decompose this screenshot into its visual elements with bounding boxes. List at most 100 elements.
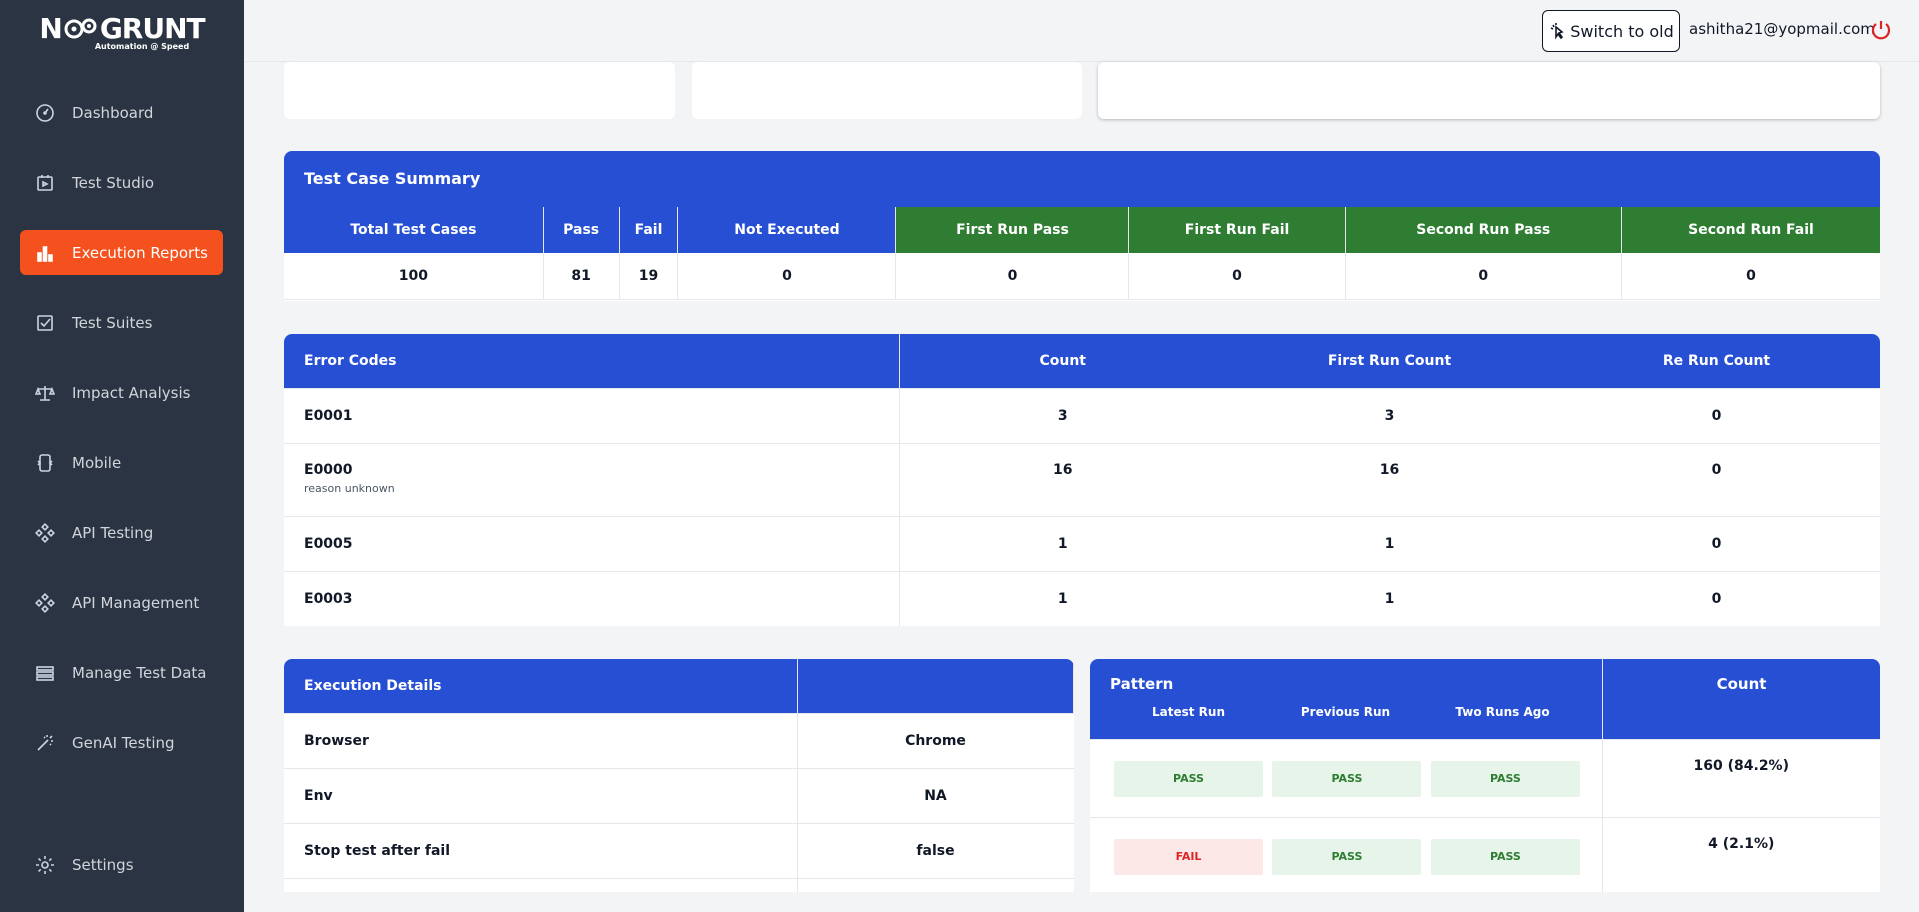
summary-value: 0 — [677, 253, 897, 300]
sidebar-item-label: Execution Reports — [72, 243, 208, 262]
sidebar-item-api-testing[interactable]: API Testing — [20, 510, 223, 555]
status-badge: PASS — [1430, 838, 1580, 875]
detail-label: Browser — [284, 712, 798, 768]
sidebar-item-manage-test-data[interactable]: Manage Test Data — [20, 650, 223, 695]
sidebar-item-label: API Testing — [72, 523, 154, 542]
detail-value: Chrome — [797, 712, 1074, 768]
pattern-header: Pattern Latest Run Previous Run Two Runs… — [1090, 659, 1880, 739]
sidebar-item-test-suites[interactable]: Test Suites — [20, 300, 223, 345]
error-codes-panel: Error Codes Count First Run Count Re Run… — [284, 334, 1880, 626]
summary-value: 100 — [284, 253, 544, 300]
table-row: FAIL PASS PASS 4 (2.1%) — [1090, 817, 1880, 892]
scale-icon — [34, 382, 56, 404]
summary-value: 0 — [1621, 253, 1880, 300]
logo-tagline: Automation @ Speed — [94, 42, 190, 51]
column-header: Re Run Count — [1553, 334, 1880, 388]
power-icon[interactable] — [1870, 19, 1894, 43]
sidebar-item-label: Test Studio — [72, 173, 155, 192]
error-rerun-count: 0 — [1553, 515, 1880, 571]
two-runs-ago-header: Two Runs Ago — [1455, 705, 1550, 719]
switch-to-old-button[interactable]: Switch to old — [1542, 10, 1680, 52]
table-row: E0005 1 1 0 — [284, 515, 1880, 571]
magic-wand-icon — [34, 732, 56, 754]
bar-chart-icon — [34, 242, 56, 264]
error-count: 3 — [899, 387, 1226, 443]
error-rerun-count: 0 — [1553, 442, 1880, 516]
execution-details-panel: Execution Details Browser Chrome Env NA … — [284, 659, 1074, 892]
sidebar-item-label: API Management — [72, 593, 200, 612]
pattern-panel: Pattern Latest Run Previous Run Two Runs… — [1090, 659, 1880, 892]
api-icon — [34, 592, 56, 614]
column-header: Fail — [619, 207, 679, 253]
column-header: First Run Count — [1226, 334, 1553, 388]
sidebar-item-label: Settings — [72, 855, 134, 874]
error-rerun-count: 0 — [1553, 570, 1880, 626]
pattern-count: 160 (84.2%) — [1602, 739, 1880, 818]
summary-value: 0 — [1345, 253, 1622, 300]
sidebar-item-execution-reports[interactable]: Execution Reports — [20, 230, 223, 275]
error-count: 1 — [899, 570, 1226, 626]
latest-run-header: Latest Run — [1151, 705, 1225, 719]
logo[interactable]: N GRUNT Automation @ Speed — [0, 14, 244, 52]
detail-value: false — [797, 822, 1074, 878]
sidebar-item-label: Dashboard — [72, 103, 154, 122]
table-row: Env NA — [284, 767, 1074, 823]
sidebar-item-label: Mobile — [72, 453, 122, 472]
error-count: 1 — [899, 515, 1226, 571]
sidebar-item-label: GenAI Testing — [72, 733, 175, 752]
gear-icon — [34, 854, 56, 876]
error-description: reason unknown — [304, 481, 395, 495]
column-header: Total Test Cases — [284, 207, 544, 253]
error-code: E0000 reason unknown — [284, 442, 900, 516]
status-badge: PASS — [1430, 760, 1580, 797]
table-row — [284, 877, 1074, 892]
previous-run-header: Previous Run — [1300, 705, 1391, 719]
studio-icon — [34, 172, 56, 194]
stats-card — [284, 62, 675, 119]
summary-table: Total Test Cases Pass Fail Not Executed … — [284, 207, 1880, 300]
status-badge: PASS — [1272, 760, 1422, 797]
sidebar-item-api-management[interactable]: API Management — [20, 580, 223, 625]
table-row: E0001 3 3 0 — [284, 387, 1880, 443]
error-first-count: 3 — [1226, 387, 1553, 443]
sidebar-item-mobile[interactable]: Mobile — [20, 440, 223, 485]
detail-label: Env — [284, 767, 798, 823]
mobile-icon — [34, 452, 56, 474]
stats-card — [692, 62, 1082, 119]
sidebar-item-label: Manage Test Data — [72, 663, 207, 682]
sidebar-item-label: Impact Analysis — [72, 383, 191, 402]
table-row: E0000 reason unknown 16 16 0 — [284, 442, 1880, 516]
table-row: E0003 1 1 0 — [284, 570, 1880, 626]
sidebar-item-dashboard[interactable]: Dashboard — [20, 90, 223, 135]
status-badge: FAIL — [1114, 838, 1263, 875]
count-header: Count — [1716, 675, 1767, 693]
execution-details-table: Execution Details Browser Chrome Env NA … — [284, 659, 1074, 892]
speedometer-icon — [34, 102, 56, 124]
status-badge: PASS — [1272, 838, 1422, 875]
error-code: E0005 — [284, 515, 900, 571]
error-first-count: 16 — [1226, 442, 1553, 516]
sidebar-item-test-studio[interactable]: Test Studio — [20, 160, 223, 205]
pointer-icon — [1550, 23, 1564, 40]
column-header: Not Executed — [677, 207, 897, 253]
column-header: Second Run Fail — [1621, 207, 1880, 253]
column-header: First Run Pass — [895, 207, 1130, 253]
error-rerun-count: 0 — [1553, 387, 1880, 443]
gears-icon — [63, 16, 99, 42]
error-code: E0003 — [284, 570, 900, 626]
switch-to-old-label: Switch to old — [1570, 21, 1674, 41]
stats-card — [1098, 62, 1880, 119]
summary-value: 0 — [1128, 253, 1346, 300]
error-first-count: 1 — [1226, 570, 1553, 626]
api-icon — [34, 522, 56, 544]
pattern-title: Pattern — [1110, 675, 1174, 693]
sidebar-item-genai-testing[interactable]: GenAI Testing — [20, 720, 223, 765]
sidebar-item-impact-analysis[interactable]: Impact Analysis — [20, 370, 223, 415]
error-count: 16 — [899, 442, 1226, 516]
column-header: Second Run Pass — [1345, 207, 1622, 253]
status-badge: PASS — [1114, 760, 1263, 797]
detail-value: NA — [797, 767, 1074, 823]
error-code: E0001 — [284, 387, 900, 443]
user-email: ashitha21@yopmail.com — [1689, 20, 1875, 38]
sidebar-item-settings[interactable]: Settings — [20, 842, 223, 887]
